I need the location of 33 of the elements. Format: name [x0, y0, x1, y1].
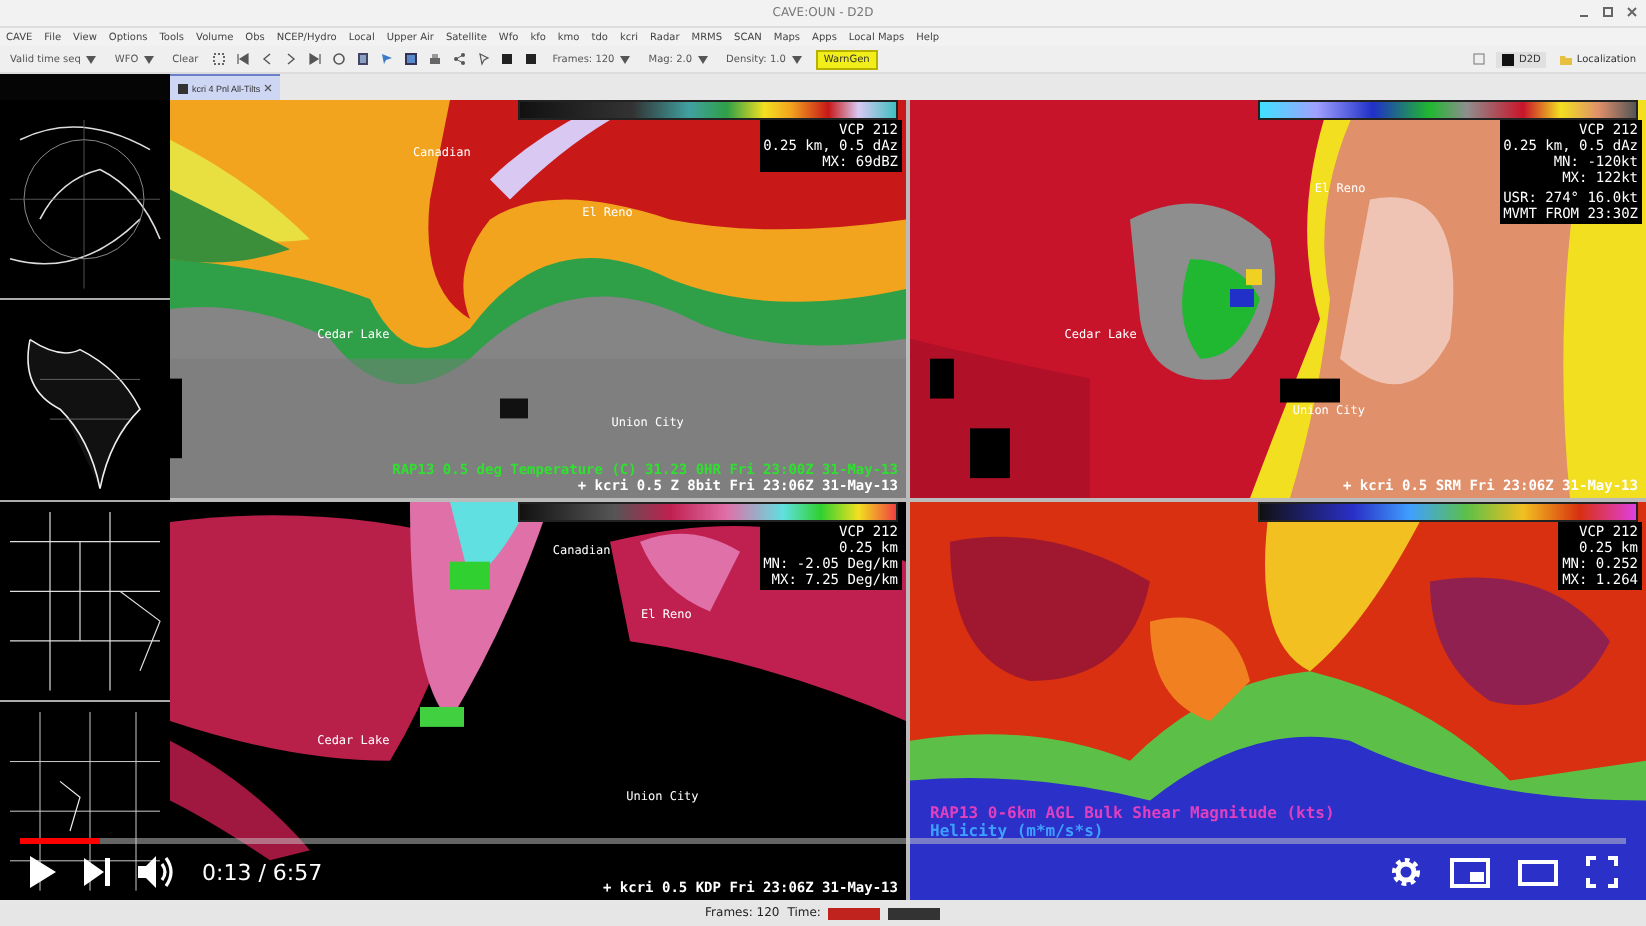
printer-icon[interactable]	[428, 52, 443, 66]
close-icon[interactable]	[264, 84, 273, 92]
folder-icon	[1560, 53, 1573, 65]
pointer-icon[interactable]	[380, 52, 395, 66]
image-icon[interactable]	[404, 52, 419, 66]
square-icon[interactable]	[524, 52, 539, 66]
legend-text: Helicity (m*m/s*s)	[930, 822, 1104, 840]
caret-icon	[144, 55, 155, 63]
caret-icon	[791, 55, 802, 63]
theater-mode-icon[interactable]	[1518, 859, 1558, 885]
frame-icon[interactable]	[212, 52, 227, 66]
miniplayer-icon[interactable]	[1450, 857, 1490, 887]
last-frame-icon[interactable]	[308, 52, 323, 66]
maximize-icon[interactable]	[1602, 6, 1614, 18]
volume-icon[interactable]	[138, 856, 174, 888]
status-indicator	[888, 907, 941, 919]
caret-icon	[86, 55, 97, 63]
legend-text: RAP13 0-6km AGL Bulk Shear Magnitude (kts)	[930, 804, 1335, 822]
play-button[interactable]	[28, 856, 56, 888]
first-frame-icon[interactable]	[236, 52, 251, 66]
previous-icon[interactable]	[260, 52, 275, 66]
caret-icon	[620, 55, 631, 63]
loop-icon[interactable]	[332, 52, 347, 66]
share-icon[interactable]	[452, 52, 467, 66]
close-icon[interactable]	[1626, 6, 1638, 18]
monitor-icon	[1502, 53, 1515, 65]
caret-icon	[698, 55, 709, 63]
next-icon[interactable]	[84, 858, 110, 886]
map-icon	[178, 83, 188, 93]
time-indicator	[828, 907, 881, 919]
square-icon[interactable]	[500, 52, 515, 66]
settings-icon[interactable]	[1390, 856, 1422, 888]
fullscreen-icon[interactable]	[1586, 856, 1618, 888]
